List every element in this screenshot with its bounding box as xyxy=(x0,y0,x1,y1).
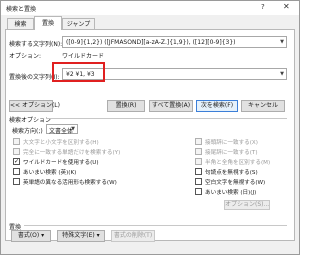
format-button[interactable]: 書式(O) ▾ xyxy=(11,230,51,242)
replace-button[interactable]: 置換(R) xyxy=(107,100,145,112)
window-title: 検索と置換 xyxy=(6,6,37,13)
match-case-label: 大文字と小文字を区別する(H) xyxy=(23,140,99,146)
tab-replace[interactable]: 置換 xyxy=(34,16,62,30)
sounds-like-label: あいまい検索 (英)(K) xyxy=(23,170,77,176)
wildcard-checkbox[interactable]: ✓ xyxy=(13,158,20,165)
title-bar xyxy=(1,1,299,15)
chevron-down-icon[interactable]: ▼ xyxy=(280,39,284,45)
match-prefix-checkbox[interactable] xyxy=(195,138,202,145)
whole-word-label: 完全に一致する単語だけを検索する(Y) xyxy=(23,150,121,156)
divider xyxy=(46,118,287,119)
fuzzy-jp-checkbox[interactable] xyxy=(195,188,202,195)
options-label: オプション: xyxy=(9,53,42,60)
options-value: ワイルドカード xyxy=(62,53,105,60)
match-suffix-checkbox[interactable] xyxy=(195,148,202,155)
find-input-value: ([0-9]{1,2}) ([JFMASOND][a-zA-Z.]{1,9}),… xyxy=(66,39,236,46)
find-next-button[interactable]: 次を検索(F) xyxy=(196,100,238,112)
close-button[interactable]: ✕ xyxy=(283,2,290,11)
ignore-punct-checkbox[interactable] xyxy=(195,168,202,175)
search-options-heading: 検索オプション xyxy=(9,117,52,124)
match-prefix-label: 接頭辞に一致する(X) xyxy=(205,140,258,146)
match-width-label: 半角と全角を区別する(M) xyxy=(205,160,271,166)
ignore-space-label: 空白文字を無視する(W) xyxy=(205,180,266,186)
match-case-checkbox[interactable] xyxy=(13,138,20,145)
wildcard-label: ワイルドカードを使用する(U) xyxy=(23,160,99,166)
highlight-box xyxy=(52,62,105,82)
fuzzy-options-button[interactable]: オプション(S)... xyxy=(224,200,270,210)
match-suffix-label: 接尾辞に一致する(T) xyxy=(205,150,258,156)
direction-value: 文書全体 xyxy=(49,128,74,135)
whole-word-checkbox[interactable] xyxy=(13,148,20,155)
direction-select[interactable]: 文書全体 ▼ xyxy=(46,124,78,135)
tab-find[interactable]: 検索 xyxy=(7,18,34,29)
word-forms-label: 英単語の異なる活用形も検索する(W) xyxy=(23,180,117,186)
ignore-space-checkbox[interactable] xyxy=(195,178,202,185)
divider xyxy=(24,225,287,226)
less-options-button[interactable]: << オプション(L) xyxy=(9,100,60,112)
find-label: 検索する文字列(N): xyxy=(9,41,63,48)
replace-all-button[interactable]: すべて置換(A) xyxy=(149,100,193,112)
fuzzy-jp-label: あいまい検索 (日)(J) xyxy=(205,190,257,196)
match-width-checkbox[interactable] xyxy=(195,158,202,165)
ignore-punct-label: 句読点を無視する(S) xyxy=(205,170,258,176)
help-button[interactable]: ? xyxy=(261,3,265,11)
special-button[interactable]: 特殊文字(E) ▾ xyxy=(57,230,105,242)
sounds-like-checkbox[interactable] xyxy=(13,168,20,175)
chevron-down-icon[interactable]: ▼ xyxy=(280,71,284,77)
find-input[interactable]: ([0-9]{1,2}) ([JFMASOND][a-zA-Z.]{1,9}),… xyxy=(62,36,287,48)
chevron-down-icon: ▼ xyxy=(71,126,75,132)
cancel-button[interactable]: キャンセル xyxy=(241,100,285,112)
word-forms-checkbox[interactable] xyxy=(13,178,20,185)
direction-label: 検索方向(;) xyxy=(12,128,43,135)
tab-goto[interactable]: ジャンプ xyxy=(62,18,95,29)
no-formatting-button[interactable]: 書式の削除(T) xyxy=(111,230,155,242)
